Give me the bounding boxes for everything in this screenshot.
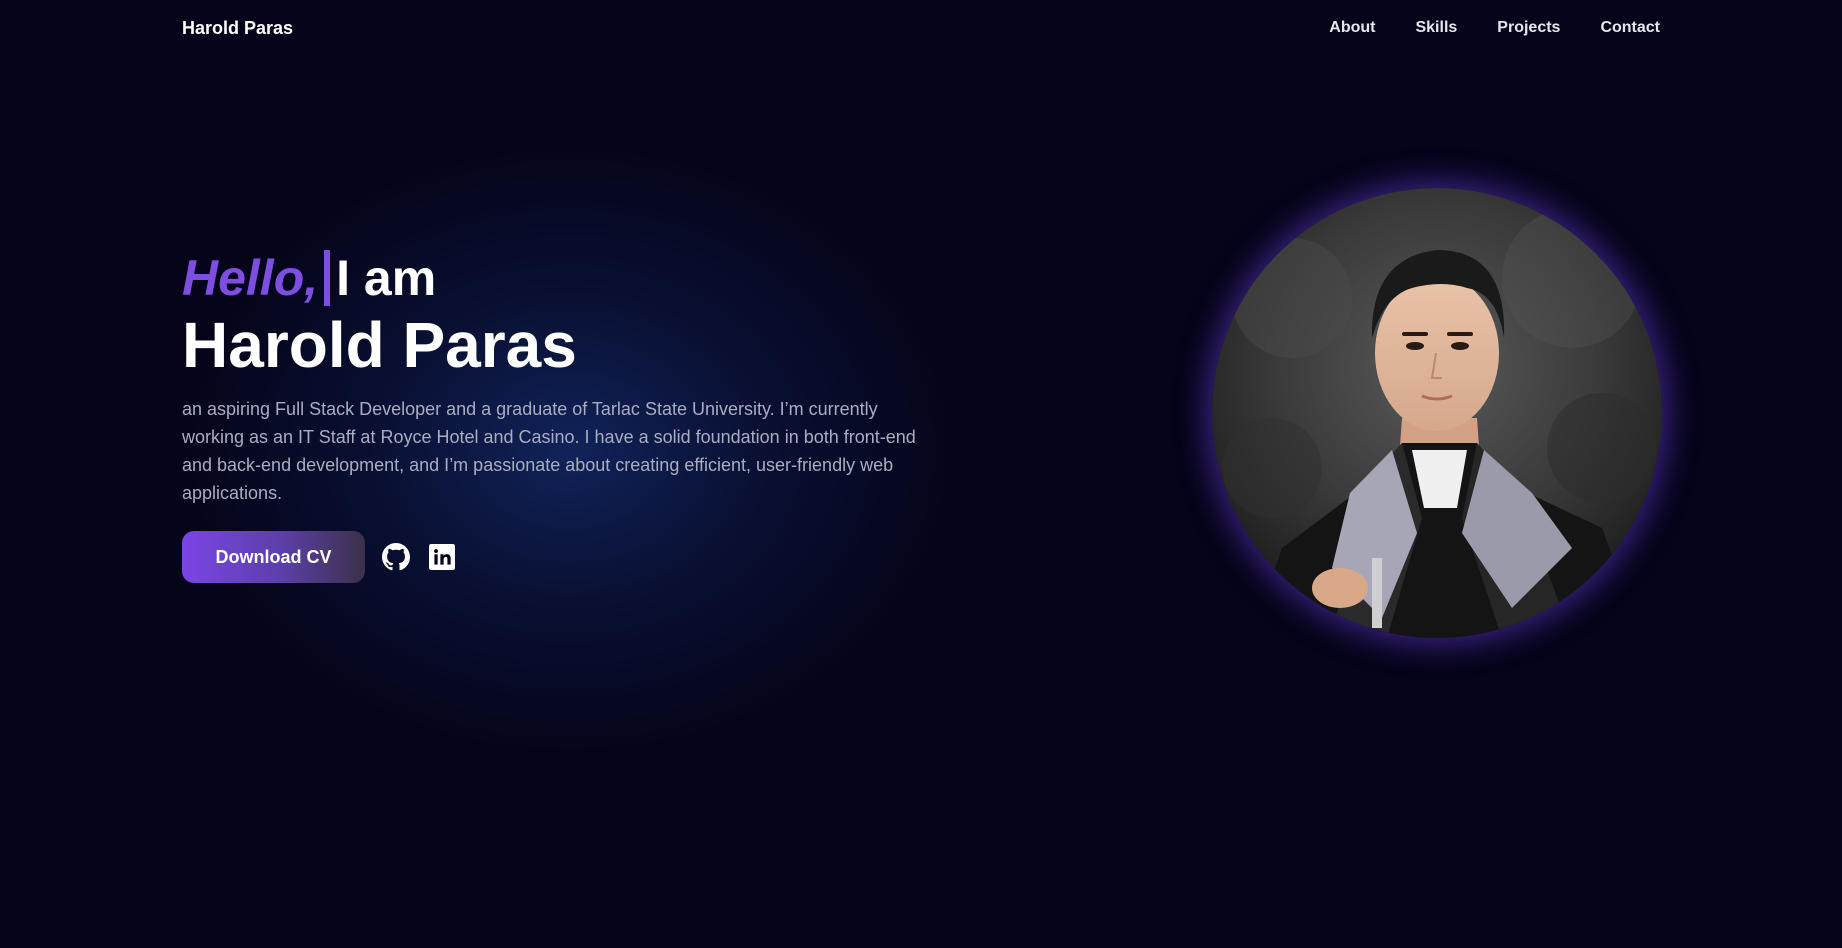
portrait-image: [1212, 188, 1662, 638]
greeting-line: Hello, I am: [182, 245, 942, 311]
linkedin-icon[interactable]: [427, 542, 457, 572]
download-cv-button[interactable]: Download CV: [182, 531, 365, 583]
typing-cursor: [324, 250, 331, 306]
hero-description: an aspiring Full Stack Developer and a g…: [182, 399, 916, 503]
top-nav: Harold Paras About Skills Projects Conta…: [182, 14, 1660, 42]
github-icon[interactable]: [381, 542, 411, 572]
brand-logo[interactable]: Harold Paras: [182, 18, 293, 39]
profile-photo: [1212, 188, 1662, 638]
nav-link-about[interactable]: About: [1329, 19, 1375, 37]
page: Harold Paras About Skills Projects Conta…: [0, 0, 1842, 948]
hero-actions: Download CV: [182, 531, 942, 583]
nav-links: About Skills Projects Contact: [1329, 19, 1660, 37]
hello-text: Hello,: [182, 250, 319, 306]
hero-name: Harold Paras: [182, 309, 577, 381]
i-am-text: I am: [336, 250, 437, 306]
nav-link-contact[interactable]: Contact: [1600, 19, 1660, 37]
nav-link-skills[interactable]: Skills: [1415, 19, 1457, 37]
nav-link-projects[interactable]: Projects: [1497, 19, 1560, 37]
hero-intro: Hello, I am Harold Paras an aspiring Ful…: [182, 245, 942, 583]
